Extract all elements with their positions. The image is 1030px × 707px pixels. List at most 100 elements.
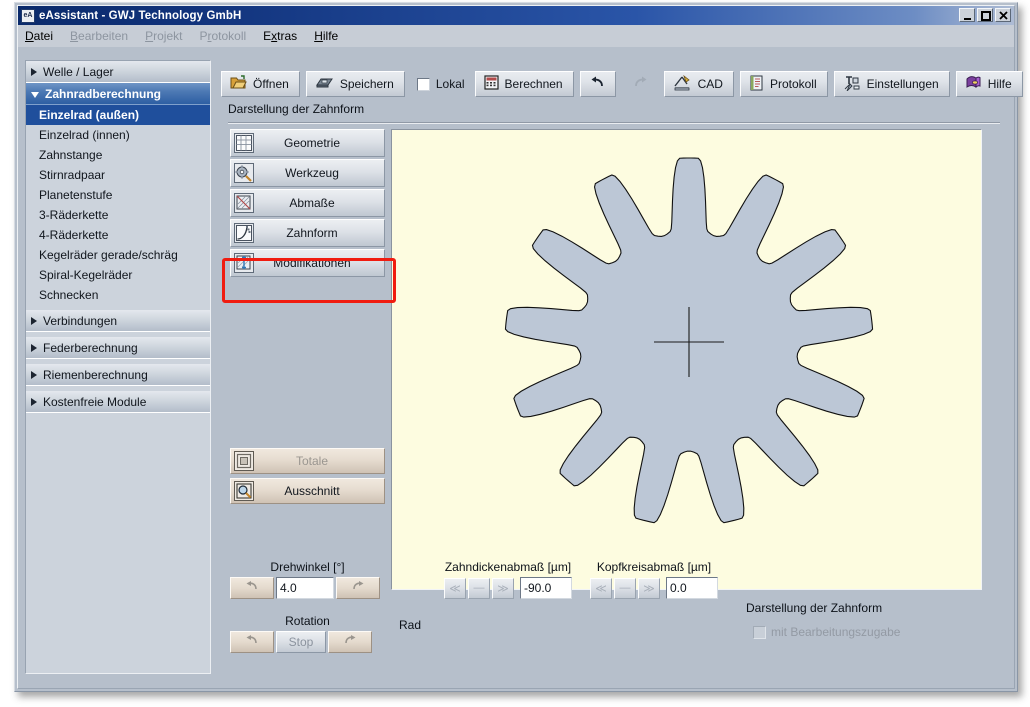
settings-button-label: Einstellungen	[867, 77, 939, 91]
tip-diameter-row: ≪ — ≫ 0.0	[590, 577, 718, 599]
sidebar-item-einzelrad-innen[interactable]: Einzelrad (innen)	[26, 125, 210, 145]
section-button-abmasse[interactable]: Abmaße	[230, 189, 385, 217]
sidebar-group-kostenfreie-module[interactable]: Kostenfreie Module	[26, 391, 210, 413]
sidebar-group-zahnradberechnung[interactable]: Zahnradberechnung	[26, 83, 210, 105]
save-button[interactable]: Speichern	[306, 71, 405, 97]
sidebar-item-schnecken[interactable]: Schnecken	[26, 285, 210, 305]
dash-icon[interactable]: —	[614, 578, 636, 599]
chevron-right-icon	[31, 68, 37, 76]
rotation-row: Stop	[230, 631, 385, 653]
rotation-label: Rotation	[230, 614, 385, 628]
fit-all-button[interactable]: Totale	[230, 448, 385, 474]
gear-tool-icon	[234, 163, 254, 183]
fit-all-icon	[234, 451, 254, 471]
rotation-group: Rotation Stop	[230, 614, 385, 653]
zoom-region-button[interactable]: Ausschnitt	[230, 478, 385, 504]
sidebar-group-label: Federberechnung	[43, 341, 138, 355]
double-left-icon[interactable]: ≪	[444, 578, 466, 599]
tooth-thickness-group: Zahndickenabmaß [µm] ≪ — ≫ -90.0	[444, 560, 572, 599]
sidebar-item-3-raederkette[interactable]: 3-Räderkette	[26, 205, 210, 225]
sidebar-item-planetenstufe[interactable]: Planetenstufe	[26, 185, 210, 205]
tooth-thickness-input[interactable]: -90.0	[520, 577, 572, 599]
rotate-ccw-button[interactable]	[230, 577, 274, 599]
protocol-button[interactable]: Protokoll	[740, 71, 828, 97]
dash-icon[interactable]: —	[468, 578, 490, 599]
tooth-thickness-label: Zahndickenabmaß [µm]	[444, 560, 572, 574]
double-left-icon[interactable]: ≪	[590, 578, 612, 599]
sidebar-item-stirnradpaar[interactable]: Stirnradpaar	[26, 165, 210, 185]
sidebar-group-welle-lager[interactable]: Welle / Lager	[26, 61, 210, 83]
minimize-icon[interactable]	[959, 8, 975, 22]
title-divider	[228, 122, 1000, 124]
chevron-down-icon	[31, 92, 39, 98]
tooth-form-drawing-panel[interactable]	[391, 129, 982, 590]
section-button-column: Geometrie Werkzeug	[230, 129, 385, 279]
floppy-disk-icon	[315, 75, 334, 93]
tip-diameter-input[interactable]: 0.0	[666, 577, 718, 599]
double-right-icon[interactable]: ≫	[638, 578, 660, 599]
rotate-ccw-icon	[244, 579, 260, 597]
section-button-zahnform[interactable]: Zahnform	[230, 219, 385, 247]
section-button-werkzeug[interactable]: Werkzeug	[230, 159, 385, 187]
double-right-icon[interactable]: ≫	[492, 578, 514, 599]
local-checkbox-wrap[interactable]: Lokal	[411, 71, 469, 97]
settings-tools-icon	[843, 75, 861, 94]
open-button-label: Öffnen	[253, 77, 289, 91]
menu-datei[interactable]: DDateiatei	[25, 29, 53, 43]
close-icon[interactable]	[995, 8, 1011, 22]
application-window: eA eAssistant - GWJ Technology GmbH DDat…	[14, 2, 1018, 692]
help-book-icon	[965, 75, 982, 93]
settings-button[interactable]: Einstellungen	[834, 71, 950, 97]
sidebar-item-label: Schnecken	[39, 288, 98, 302]
local-checkbox[interactable]	[417, 78, 430, 91]
display-options-title: Darstellung der Zahnform	[746, 601, 882, 615]
section-button-geometrie[interactable]: Geometrie	[230, 129, 385, 157]
tip-diameter-label: Kopfkreisabmaß [µm]	[590, 560, 718, 574]
sidebar-item-label: 3-Räderkette	[39, 208, 108, 222]
help-button[interactable]: Hilfe	[956, 71, 1023, 97]
navigation-sidebar: Welle / Lager Zahnradberechnung Einzelra…	[25, 60, 211, 674]
menu-extras[interactable]: Extras	[263, 29, 297, 43]
rotation-cw-button[interactable]	[328, 631, 372, 653]
sidebar-item-label: Kegelräder gerade/schräg	[39, 248, 178, 262]
menu-projekt[interactable]: Projekt	[145, 29, 182, 43]
tip-diameter-group: Kopfkreisabmaß [µm] ≪ — ≫ 0.0	[590, 560, 718, 599]
sidebar-item-einzelrad-aussen[interactable]: Einzelrad (außen)	[26, 105, 210, 125]
sidebar-item-spiral-kegelraeder[interactable]: Spiral-Kegelräder	[26, 265, 210, 285]
sidebar-item-label: Spiral-Kegelräder	[39, 268, 132, 282]
menu-bearbeiten[interactable]: Bearbeiten	[70, 29, 128, 43]
zoom-region-icon	[234, 481, 254, 501]
app-icon: eA	[21, 9, 35, 23]
rotate-cw-icon	[350, 579, 366, 597]
title-bar[interactable]: eA eAssistant - GWJ Technology GmbH	[18, 6, 1014, 25]
folder-open-icon	[230, 75, 247, 93]
sidebar-item-4-raederkette[interactable]: 4-Räderkette	[26, 225, 210, 245]
rotation-ccw-button[interactable]	[230, 631, 274, 653]
sidebar-item-label: Einzelrad (innen)	[39, 128, 130, 142]
sidebar-group-federberechnung[interactable]: Federberechnung	[26, 337, 210, 359]
cad-icon	[673, 75, 692, 94]
open-button[interactable]: Öffnen	[221, 71, 300, 97]
calculate-button[interactable]: Berechnen	[475, 71, 574, 97]
sidebar-group-verbindungen[interactable]: Verbindungen	[26, 310, 210, 332]
machining-allowance-checkbox[interactable]	[753, 626, 766, 639]
sidebar-item-kegelraeder[interactable]: Kegelräder gerade/schräg	[26, 245, 210, 265]
rotate-cw-button[interactable]	[336, 577, 380, 599]
undo-button[interactable]	[580, 71, 616, 97]
rotation-angle-input[interactable]: 4.0	[276, 577, 334, 599]
section-button-modifikationen[interactable]: Modifikationen	[230, 249, 385, 277]
maximize-icon[interactable]	[977, 8, 993, 22]
sidebar-group-riemenberechnung[interactable]: Riemenberechnung	[26, 364, 210, 386]
menu-hilfe[interactable]: Hilfe	[314, 29, 338, 43]
cad-button[interactable]: CAD	[664, 71, 734, 97]
machining-allowance-option[interactable]: mit Bearbeitungszugabe	[753, 625, 900, 639]
sidebar-item-zahnstange[interactable]: Zahnstange	[26, 145, 210, 165]
tooth-profile-icon	[234, 223, 254, 243]
rotation-stop-button[interactable]: Stop	[276, 631, 326, 653]
gear-drawing	[392, 130, 981, 589]
menu-protokoll[interactable]: Protokoll	[199, 29, 246, 43]
sidebar-item-label: Planetenstufe	[39, 188, 112, 202]
help-button-label: Hilfe	[988, 77, 1012, 91]
modification-icon	[234, 253, 254, 273]
redo-button[interactable]	[622, 71, 658, 97]
